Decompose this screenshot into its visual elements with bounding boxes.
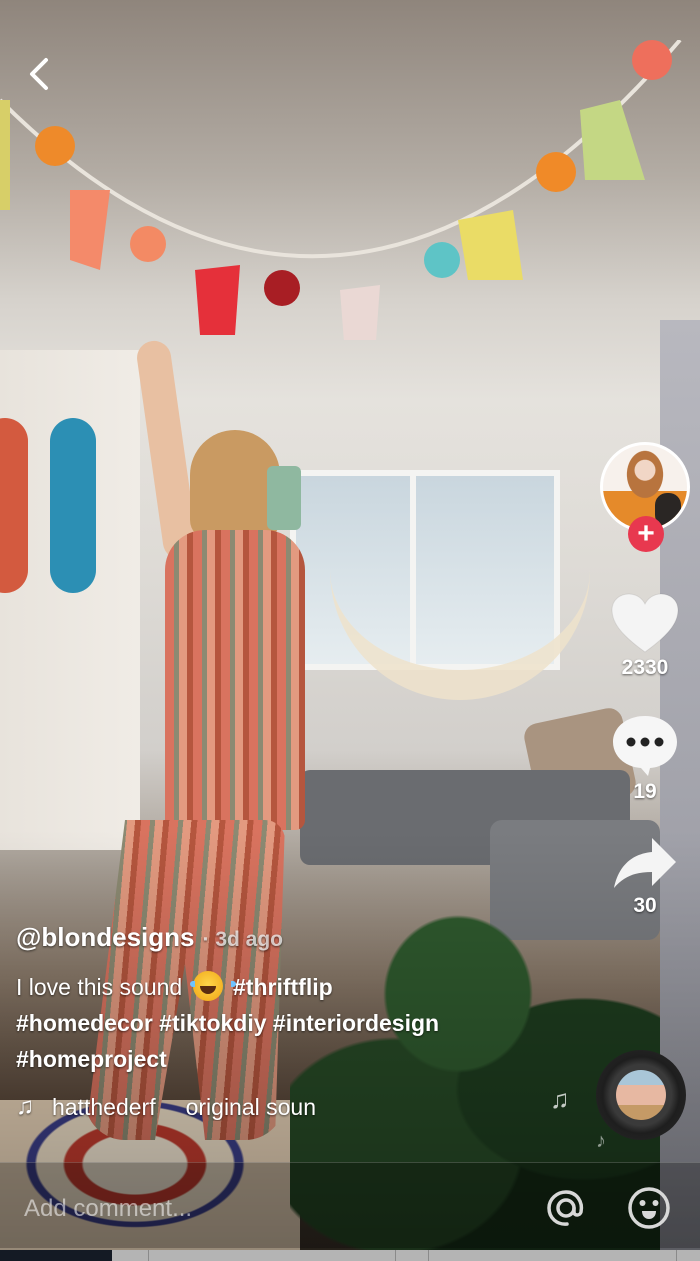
caption-text: I love this sound #thriftflip #homedecor… bbox=[16, 969, 536, 1077]
sound-cover-image bbox=[616, 1070, 666, 1120]
caption-block: @blondesigns · 3d ago I love this sound … bbox=[16, 922, 536, 1121]
laughing-emoji-icon bbox=[189, 971, 236, 1001]
hashtag[interactable]: #homedecor bbox=[16, 1010, 153, 1036]
plus-icon: + bbox=[637, 517, 655, 550]
hashtag[interactable]: #tiktokdiy bbox=[159, 1010, 266, 1036]
chevron-left-icon bbox=[30, 58, 48, 90]
strip-segment bbox=[0, 1250, 112, 1261]
like-button[interactable]: 2330 bbox=[596, 592, 694, 680]
strip-divider bbox=[148, 1250, 149, 1261]
comment-button[interactable]: 19 bbox=[596, 714, 694, 804]
post-time: · 3d ago bbox=[202, 928, 284, 951]
scene-skateboard bbox=[50, 418, 96, 593]
add-comment-input[interactable] bbox=[24, 1191, 504, 1227]
comment-bar bbox=[0, 1162, 700, 1248]
strip-divider bbox=[395, 1250, 396, 1261]
bottom-edge-strip bbox=[0, 1250, 700, 1261]
at-sign-icon[interactable] bbox=[543, 1185, 589, 1231]
share-arrow-icon bbox=[614, 838, 676, 888]
scene-phone bbox=[267, 466, 301, 530]
music-note-icon: ♫ bbox=[16, 1093, 34, 1120]
scene-skateboard bbox=[0, 418, 28, 593]
heart-icon bbox=[611, 593, 679, 653]
sound-disc[interactable] bbox=[596, 1050, 686, 1140]
music-ticker[interactable]: ♫ hatthederf original soun bbox=[16, 1093, 386, 1121]
hashtag[interactable]: #homeproject bbox=[16, 1046, 167, 1072]
comment-bubble-icon bbox=[613, 716, 677, 776]
author-handle[interactable]: @blondesigns bbox=[16, 922, 194, 953]
hashtag[interactable]: #thriftflip bbox=[233, 974, 333, 1000]
back-button[interactable] bbox=[22, 54, 56, 94]
like-count: 2330 bbox=[621, 656, 669, 679]
scene-hammock bbox=[330, 560, 590, 700]
strip-divider bbox=[676, 1250, 677, 1261]
action-rail: + 2330 19 30 bbox=[596, 440, 694, 918]
scene-garland bbox=[0, 40, 682, 340]
music-title[interactable]: hatthederf original soun bbox=[52, 1094, 316, 1121]
caption-body: I love this sound bbox=[16, 974, 183, 1000]
follow-button[interactable]: + bbox=[628, 516, 664, 552]
floating-music-note-icon: ♫ bbox=[550, 1084, 570, 1114]
comment-count: 19 bbox=[633, 780, 657, 803]
hashtag[interactable]: #interiordesign bbox=[273, 1010, 439, 1036]
author-line: @blondesigns · 3d ago bbox=[16, 922, 536, 953]
floating-music-note-icon: ♪ bbox=[596, 1130, 606, 1152]
strip-divider bbox=[428, 1250, 429, 1261]
author-avatar-group: + bbox=[598, 440, 692, 552]
smiley-icon[interactable] bbox=[626, 1185, 672, 1231]
share-button[interactable]: 30 bbox=[596, 836, 694, 918]
share-count: 30 bbox=[633, 894, 657, 917]
